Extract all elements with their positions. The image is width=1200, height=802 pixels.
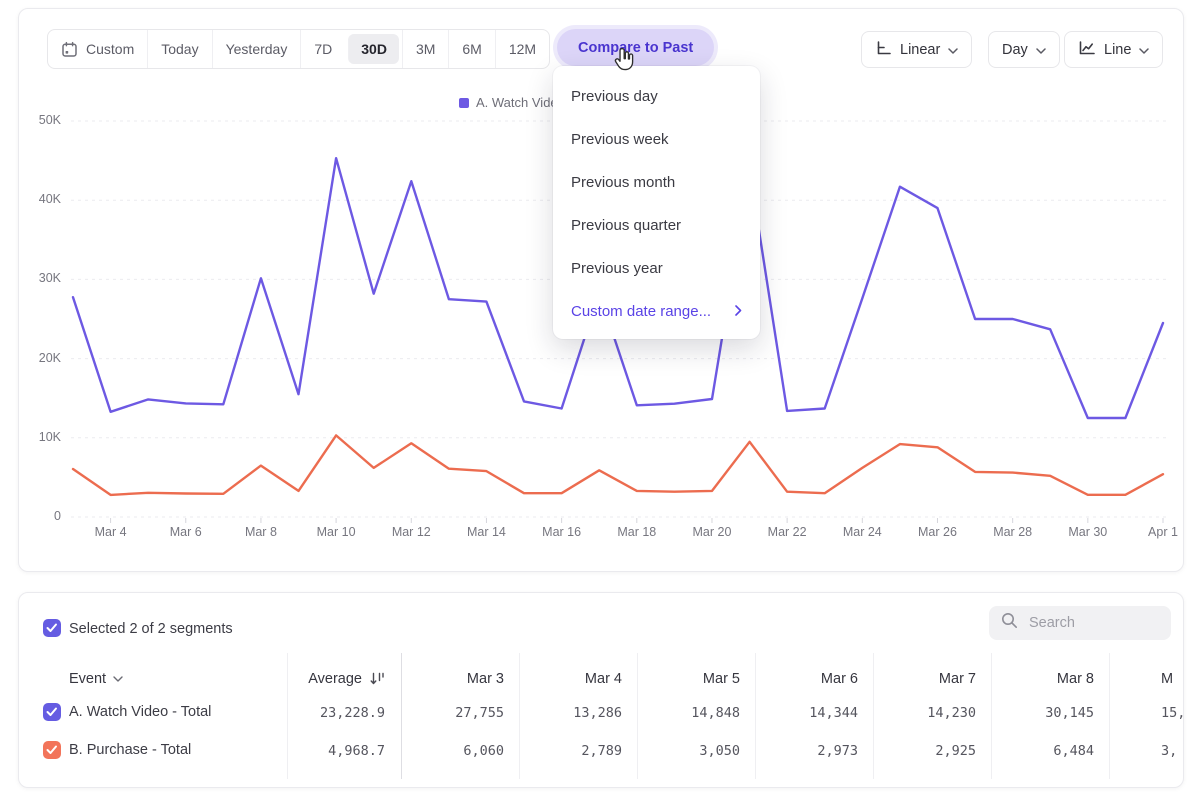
select-all-segments-checkbox[interactable]	[43, 619, 61, 637]
column-divider	[873, 653, 874, 779]
x-tick-label: Mar 22	[757, 525, 817, 539]
table-cell: 2,789	[521, 743, 637, 759]
x-tick-label: Mar 10	[306, 525, 366, 539]
table-cell: 14,344	[757, 705, 873, 721]
table-cell: 6,060	[403, 743, 519, 759]
column-divider	[401, 653, 402, 779]
column-divider	[1109, 653, 1110, 779]
segment-label: A. Watch Video - Total	[69, 704, 211, 720]
menu-item-previous-day[interactable]: Previous day	[553, 75, 760, 118]
search-icon	[1001, 612, 1018, 634]
table-header-mar-3[interactable]: Mar 3	[403, 669, 519, 689]
table-cell: 3,050	[639, 743, 755, 759]
x-tick-label: Mar 24	[832, 525, 892, 539]
header-label: Event	[69, 671, 106, 687]
table-header-event[interactable]: Event	[69, 669, 269, 689]
table-cell: 13,286	[521, 705, 637, 721]
segment-label: B. Purchase - Total	[69, 742, 191, 758]
table-cell: 4,968.7	[271, 743, 391, 759]
custom-date-range-label: Custom date range...	[571, 303, 711, 320]
x-tick-label: Mar 12	[381, 525, 441, 539]
y-tick-label: 50K	[19, 113, 61, 127]
analytics-dashboard: CustomTodayYesterday7D30D3M6M12M Compare…	[0, 0, 1200, 802]
y-tick-label: 40K	[19, 192, 61, 206]
sort-descending-icon[interactable]	[362, 672, 385, 686]
header-label: M	[1161, 671, 1173, 687]
table-header-mar-8[interactable]: Mar 8	[993, 669, 1109, 689]
x-tick-label: Mar 28	[983, 525, 1043, 539]
segments-search-box[interactable]	[989, 606, 1171, 640]
table-cell: 23,228.9	[271, 705, 391, 721]
table-cell: 3,	[1111, 743, 1183, 759]
menu-item-previous-quarter[interactable]: Previous quarter	[553, 204, 760, 247]
y-tick-label: 10K	[19, 430, 61, 444]
header-label: Mar 8	[1057, 671, 1094, 687]
chevron-right-icon	[735, 303, 742, 320]
segments-selected-label: Selected 2 of 2 segments	[69, 621, 233, 637]
table-cell: 30,145	[993, 705, 1109, 721]
table-cell: 14,230	[875, 705, 991, 721]
menu-item-previous-week[interactable]: Previous week	[553, 118, 760, 161]
x-tick-label: Mar 8	[231, 525, 291, 539]
table-header-mar-5[interactable]: Mar 5	[639, 669, 755, 689]
table-header-mar-4[interactable]: Mar 4	[521, 669, 637, 689]
column-divider	[991, 653, 992, 779]
x-tick-label: Mar 14	[456, 525, 516, 539]
table-header-m[interactable]: M	[1111, 669, 1183, 689]
search-input[interactable]	[1027, 614, 1161, 632]
x-tick-label: Mar 6	[156, 525, 216, 539]
x-tick-label: Mar 4	[81, 525, 141, 539]
header-label: Mar 6	[821, 671, 858, 687]
header-label: Mar 7	[939, 671, 976, 687]
table-cell: 15,	[1111, 705, 1183, 721]
y-tick-label: 30K	[19, 271, 61, 285]
series-line-purchase[interactable]	[73, 435, 1163, 495]
menu-item-custom-date-range[interactable]: Custom date range...	[553, 290, 760, 333]
table-header-average[interactable]: Average	[271, 669, 391, 689]
menu-item-previous-year[interactable]: Previous year	[553, 247, 760, 290]
table-cell: 27,755	[403, 705, 519, 721]
header-label: Average	[308, 671, 362, 687]
column-divider	[755, 653, 756, 779]
mouse-cursor-hand-icon	[612, 46, 637, 78]
x-tick-label: Mar 20	[682, 525, 742, 539]
y-tick-label: 0	[19, 509, 61, 523]
x-tick-label: Apr 1	[1133, 525, 1184, 539]
x-tick-label: Mar 26	[907, 525, 967, 539]
table-cell: 6,484	[993, 743, 1109, 759]
x-tick-label: Mar 16	[532, 525, 592, 539]
table-header-mar-6[interactable]: Mar 6	[757, 669, 873, 689]
column-divider	[519, 653, 520, 779]
table-header-mar-7[interactable]: Mar 7	[875, 669, 991, 689]
header-label: Mar 4	[585, 671, 622, 687]
table-cell: 14,848	[639, 705, 755, 721]
segment-checkbox-purchase[interactable]	[43, 741, 61, 759]
compare-to-past-menu: Previous dayPrevious weekPrevious monthP…	[553, 66, 760, 339]
chevron-down-icon	[106, 676, 123, 682]
segments-table-card: Selected 2 of 2 segments Event Average Mar…	[18, 592, 1184, 788]
x-tick-label: Mar 30	[1058, 525, 1118, 539]
header-label: Mar 5	[703, 671, 740, 687]
table-cell: 2,973	[757, 743, 873, 759]
segment-checkbox-watch-video[interactable]	[43, 703, 61, 721]
y-tick-label: 20K	[19, 351, 61, 365]
column-divider	[637, 653, 638, 779]
x-tick-label: Mar 18	[607, 525, 667, 539]
table-cell: 2,925	[875, 743, 991, 759]
header-label: Mar 3	[467, 671, 504, 687]
menu-item-previous-month[interactable]: Previous month	[553, 161, 760, 204]
